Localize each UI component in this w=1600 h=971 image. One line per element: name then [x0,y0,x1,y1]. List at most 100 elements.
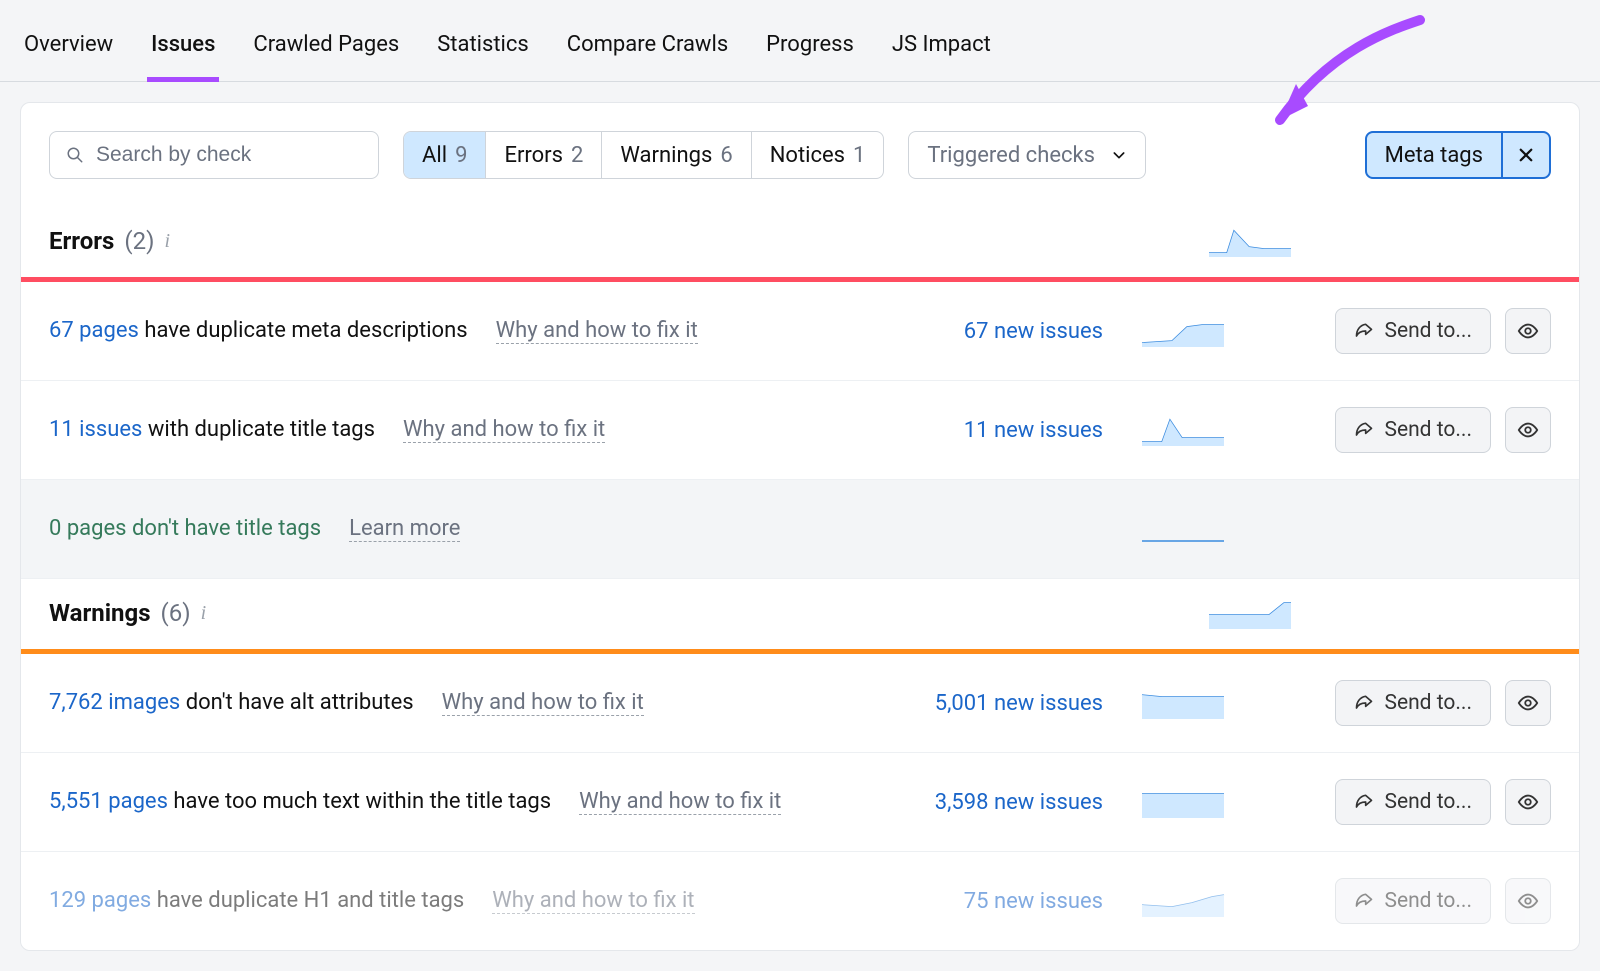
hide-button[interactable] [1505,407,1551,453]
search-input[interactable] [96,143,362,167]
new-issues-link[interactable]: 11 new issues [903,418,1103,443]
errors-title: Errors [49,227,114,255]
row-actions: Send to... [1335,680,1551,726]
row-sparkline [1137,687,1229,719]
issue-desc: 129 pages have duplicate H1 and title ta… [49,888,879,914]
issue-row: 67 pages have duplicate meta description… [21,282,1579,381]
issue-row: 129 pages have duplicate H1 and title ta… [21,852,1579,950]
issue-text: have too much text within the title tags [173,789,551,814]
share-arrow-icon [1354,891,1374,911]
tab-progress[interactable]: Progress [762,18,858,81]
seg-errors[interactable]: Errors 2 [486,132,602,178]
new-issues-link[interactable]: 3,598 new issues [903,790,1103,815]
eye-icon [1517,890,1539,912]
info-icon[interactable]: i [164,230,170,253]
seg-warnings-label: Warnings [620,143,712,168]
toolbar: All 9 Errors 2 Warnings 6 Notices 1 Trig… [21,103,1579,207]
errors-count: (2) [124,227,154,255]
seg-all[interactable]: All 9 [404,132,486,178]
seg-notices-count: 1 [853,143,865,168]
filter-chip-remove[interactable] [1501,133,1549,177]
send-to-label: Send to... [1384,418,1472,442]
issue-count-link: 0 pages [49,516,127,541]
hide-button[interactable] [1505,878,1551,924]
send-to-button[interactable]: Send to... [1335,407,1491,453]
issue-desc: 11 issues with duplicate title tags Why … [49,417,879,443]
seg-warnings[interactable]: Warnings 6 [602,132,751,178]
send-to-label: Send to... [1384,889,1472,913]
hide-button[interactable] [1505,680,1551,726]
warnings-title: Warnings [49,599,151,627]
send-to-button[interactable]: Send to... [1335,779,1491,825]
issue-count-link[interactable]: 11 issues [49,417,142,442]
new-issues-link[interactable]: 67 new issues [903,319,1103,344]
eye-icon [1517,692,1539,714]
row-actions: Send to... [1335,779,1551,825]
issue-text: with duplicate title tags [148,417,375,442]
seg-notices-label: Notices [770,143,845,168]
filter-chip-label: Meta tags [1367,133,1501,177]
warnings-sparkline [1209,597,1291,629]
send-to-button[interactable]: Send to... [1335,680,1491,726]
eye-icon [1517,791,1539,813]
eye-icon [1517,320,1539,342]
send-to-button[interactable]: Send to... [1335,308,1491,354]
close-icon [1517,146,1535,164]
issue-row: 7,762 images don't have alt attributes W… [21,654,1579,753]
seg-errors-count: 2 [571,143,583,168]
search-input-wrapper[interactable] [49,131,379,179]
send-to-button[interactable]: Send to... [1335,878,1491,924]
issue-row: 5,551 pages have too much text within th… [21,753,1579,852]
send-to-label: Send to... [1384,319,1472,343]
tab-crawled-pages[interactable]: Crawled Pages [249,18,403,81]
info-icon[interactable]: i [201,602,207,625]
seg-errors-label: Errors [504,143,563,168]
learn-more-link[interactable]: Learn more [349,516,460,542]
row-actions: Send to... [1335,308,1551,354]
filter-chip-meta-tags: Meta tags [1365,131,1551,179]
row-actions: Send to... [1335,878,1551,924]
filter-segments: All 9 Errors 2 Warnings 6 Notices 1 [403,131,884,179]
new-issues-link[interactable]: 75 new issues [903,889,1103,914]
share-arrow-icon [1354,792,1374,812]
issue-count-link[interactable]: 5,551 pages [49,789,168,814]
section-header-warnings: Warnings (6) i [21,579,1579,649]
issue-text: don't have alt attributes [186,690,414,715]
hide-button[interactable] [1505,308,1551,354]
share-arrow-icon [1354,693,1374,713]
issue-row: 11 issues with duplicate title tags Why … [21,381,1579,480]
seg-all-count: 9 [455,143,467,168]
issue-text: don't have title tags [132,516,321,541]
chevron-down-icon [1111,147,1127,163]
why-and-how-link[interactable]: Why and how to fix it [442,690,644,716]
seg-warnings-count: 6 [720,143,732,168]
issue-count-link[interactable]: 129 pages [49,888,151,913]
tab-compare-crawls[interactable]: Compare Crawls [563,18,732,81]
nav-tabs: Overview Issues Crawled Pages Statistics… [0,0,1600,82]
issue-count-link[interactable]: 7,762 images [49,690,180,715]
why-and-how-link[interactable]: Why and how to fix it [403,417,605,443]
issue-text: have duplicate H1 and title tags [157,888,465,913]
issue-desc: 67 pages have duplicate meta description… [49,318,879,344]
row-sparkline [1137,315,1229,347]
row-sparkline [1137,786,1229,818]
send-to-label: Send to... [1384,790,1472,814]
row-actions: Send to... [1335,407,1551,453]
triggered-checks-dropdown[interactable]: Triggered checks [908,131,1146,179]
hide-button[interactable] [1505,779,1551,825]
issue-desc: 0 pages don't have title tags Learn more [49,516,879,542]
issue-count-link[interactable]: 67 pages [49,318,139,343]
new-issues-link[interactable]: 5,001 new issues [903,691,1103,716]
section-header-errors: Errors (2) i [21,207,1579,277]
why-and-how-link[interactable]: Why and how to fix it [492,888,694,914]
tab-js-impact[interactable]: JS Impact [888,18,995,81]
tab-statistics[interactable]: Statistics [433,18,533,81]
why-and-how-link[interactable]: Why and how to fix it [496,318,698,344]
issues-panel: All 9 Errors 2 Warnings 6 Notices 1 Trig… [20,102,1580,951]
row-sparkline [1137,414,1229,446]
why-and-how-link[interactable]: Why and how to fix it [579,789,781,815]
tab-issues[interactable]: Issues [147,18,219,82]
issue-desc: 5,551 pages have too much text within th… [49,789,879,815]
seg-notices[interactable]: Notices 1 [752,132,884,178]
tab-overview[interactable]: Overview [20,18,117,81]
